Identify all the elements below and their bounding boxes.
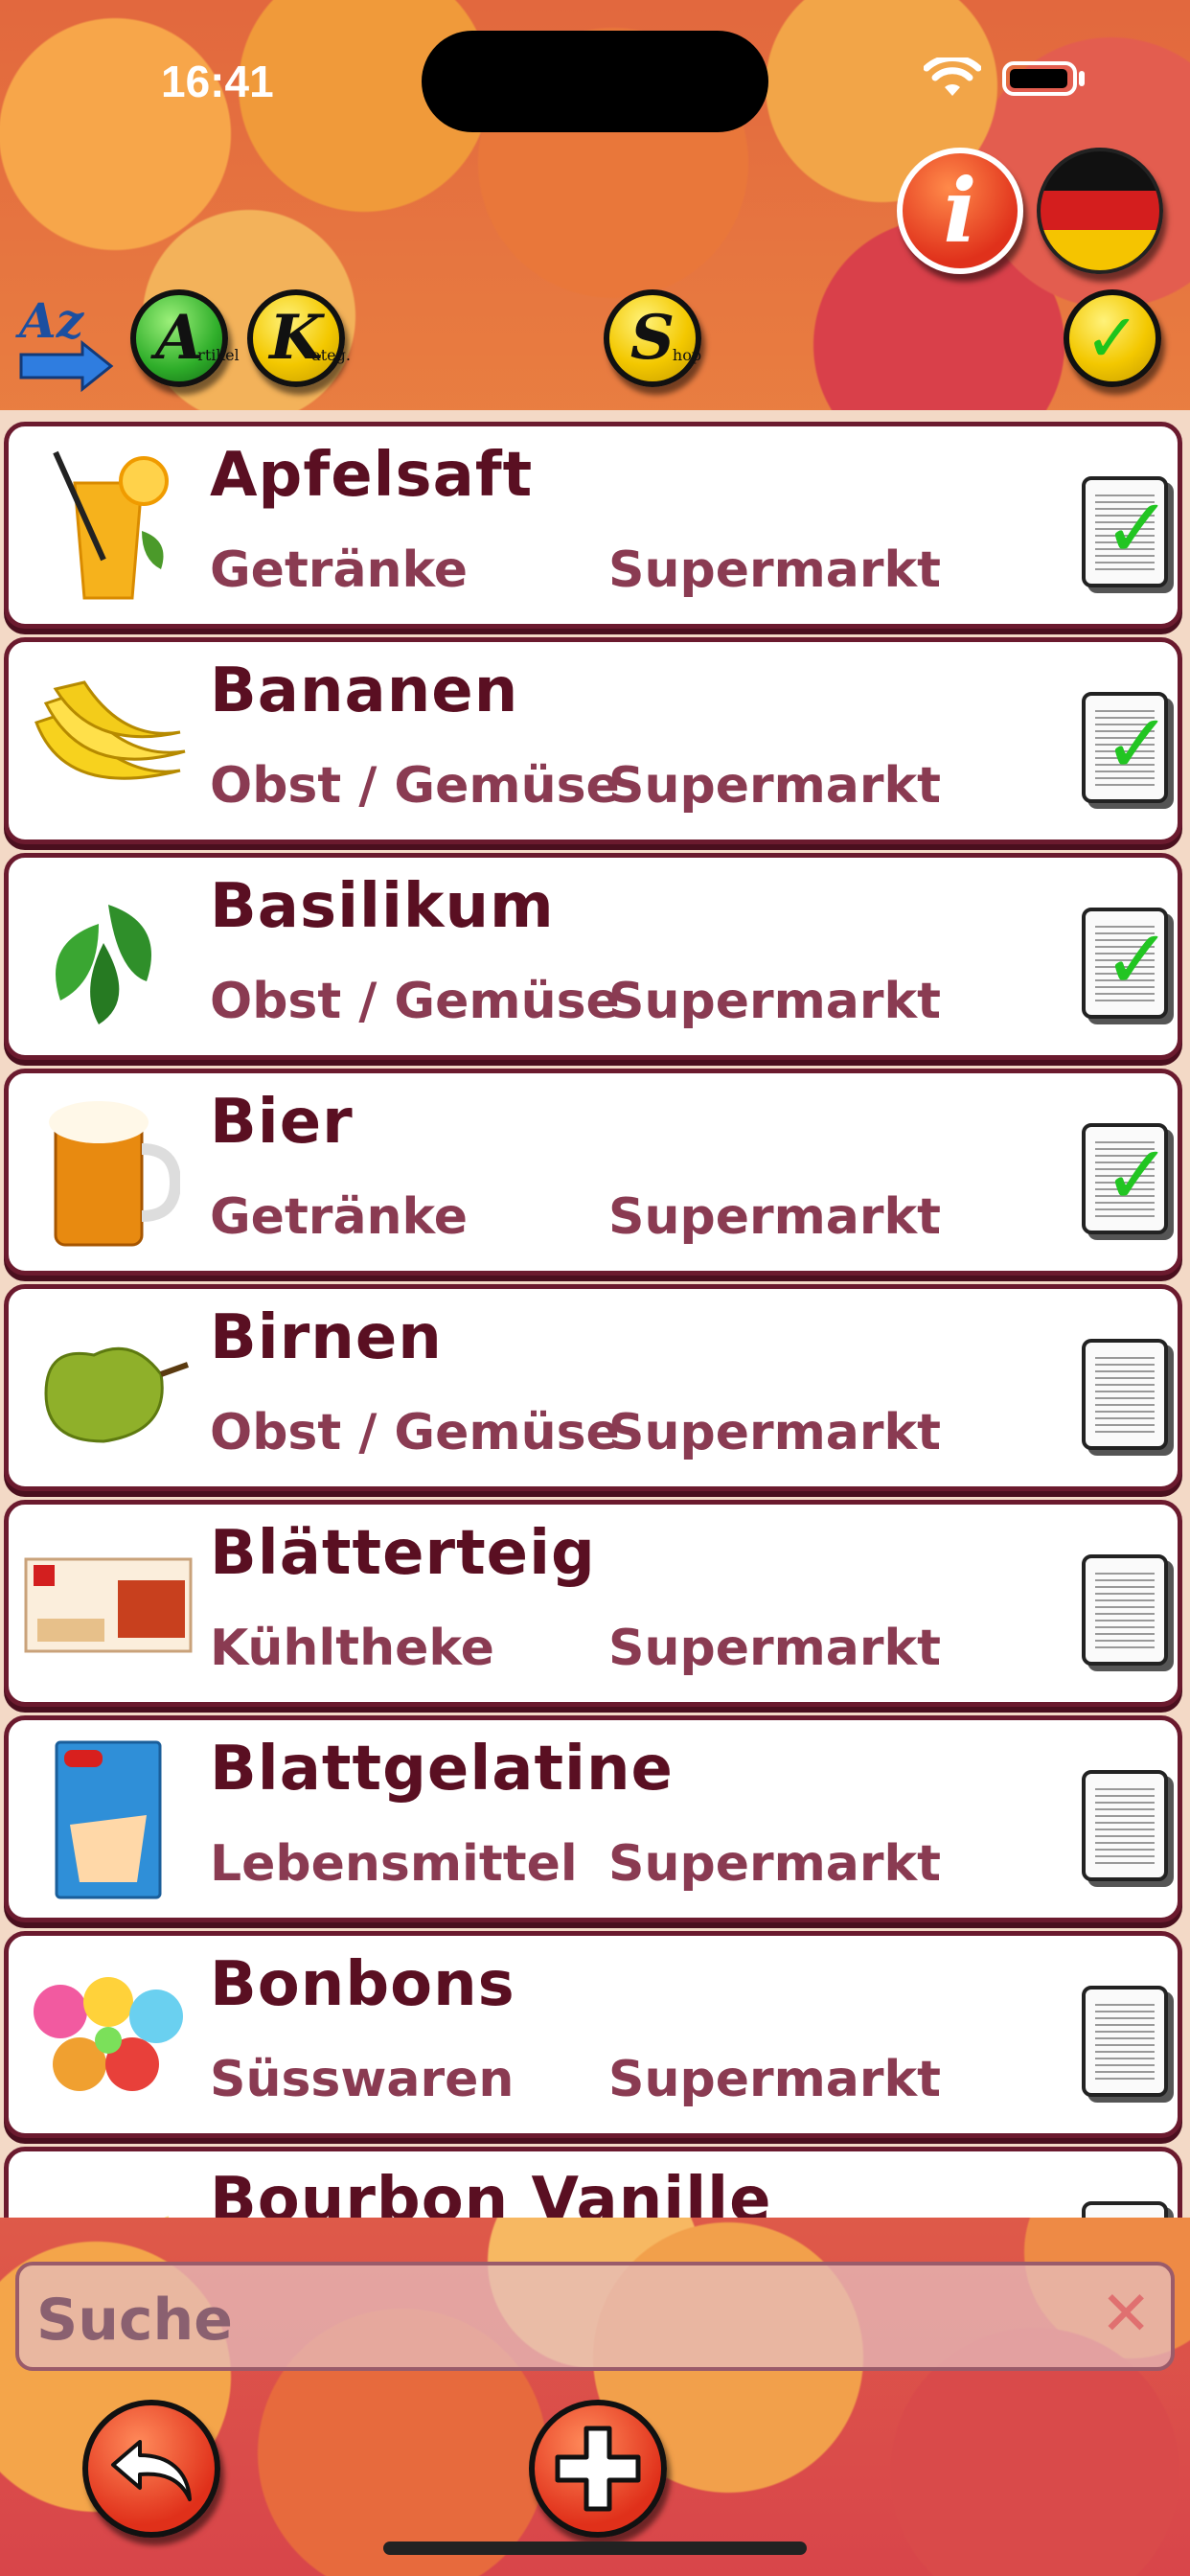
unchecked-checkbox-icon[interactable] (1082, 1554, 1168, 1666)
shop-letter: Shop (629, 302, 702, 374)
unchecked-checkbox-icon[interactable] (1082, 1986, 1168, 2097)
item-name: Apfelsaft (210, 440, 534, 511)
list-item[interactable]: Bananen Obst / Gemüse Supermarkt ✓ (4, 637, 1182, 844)
show-checked-button[interactable]: ✓ (1064, 289, 1161, 387)
kategorie-letter: Kateg. (269, 302, 351, 374)
item-shop: Supermarkt (608, 757, 941, 815)
pear-icon (22, 1306, 195, 1471)
item-category: Getränke (210, 541, 469, 599)
item-category: Kühltheke (210, 1620, 494, 1677)
plus-icon (555, 2426, 641, 2512)
item-name: Bonbons (210, 1949, 515, 2020)
add-item-button[interactable] (529, 2400, 667, 2538)
checkmark-icon: ✓ (1103, 1128, 1168, 1224)
back-button[interactable] (82, 2400, 220, 2538)
checkmark-icon: ✓ (1103, 481, 1168, 577)
item-name: Bier (210, 1087, 354, 1158)
item-name: Blattgelatine (210, 1734, 674, 1805)
info-icon: i (943, 159, 977, 263)
search-placeholder: Suche (36, 2287, 233, 2354)
item-shop: Supermarkt (608, 2051, 941, 2108)
gelatine-pack-icon (22, 1737, 195, 1902)
vanilla-icon (22, 2169, 195, 2218)
item-shop: Supermarkt (608, 541, 941, 599)
item-category: Getränke (210, 1188, 469, 1246)
checkmark-icon: ✓ (1084, 299, 1141, 378)
unchecked-checkbox-icon[interactable] (1082, 1770, 1168, 1881)
juice-glass-icon (22, 444, 195, 609)
checkmark-icon: ✓ (1103, 697, 1168, 793)
status-time: 16:41 (161, 57, 274, 106)
undo-arrow-icon (111, 2440, 192, 2501)
sort-az-icon[interactable]: Az (15, 288, 115, 393)
list-item[interactable]: Bonbons Süsswaren Supermarkt (4, 1931, 1182, 2138)
checkmark-icon: ✓ (1103, 912, 1168, 1008)
checked-checkbox-icon[interactable]: ✓ (1082, 476, 1168, 587)
banana-icon (22, 659, 195, 824)
item-category: Obst / Gemüse (210, 757, 620, 815)
list-item[interactable]: Apfelsaft Getränke Supermarkt ✓ (4, 422, 1182, 629)
list-item[interactable]: Bourbon Vanille (4, 2147, 1182, 2218)
beer-mug-icon (22, 1091, 195, 1255)
battery-icon (1002, 61, 1077, 96)
item-shop: Supermarkt (608, 1404, 941, 1461)
checked-checkbox-icon[interactable]: ✓ (1082, 692, 1168, 803)
item-shop: Supermarkt (608, 1188, 941, 1246)
wifi-icon (924, 58, 981, 96)
item-name: Bananen (210, 656, 519, 726)
unchecked-checkbox-icon[interactable] (1082, 1339, 1168, 1450)
search-field[interactable]: Suche ✕ (15, 2262, 1175, 2371)
shopping-list[interactable]: Apfelsaft Getränke Supermarkt ✓ Bananen Obst … (0, 410, 1190, 2218)
item-name: Birnen (210, 1302, 443, 1373)
item-name: Blätterteig (210, 1518, 596, 1589)
svg-text:Az: Az (15, 292, 85, 349)
candy-icon (22, 1953, 195, 2118)
battery-nub (1079, 71, 1085, 86)
item-shop: Supermarkt (608, 1620, 941, 1677)
item-name: Bourbon Vanille (210, 2165, 772, 2218)
sort-by-shop-button[interactable]: Shop (604, 289, 701, 387)
item-category: Süsswaren (210, 2051, 515, 2108)
item-category: Obst / Gemüse (210, 1404, 620, 1461)
checked-checkbox-icon[interactable]: ✓ (1082, 908, 1168, 1019)
list-item[interactable]: Birnen Obst / Gemüse Supermarkt (4, 1284, 1182, 1491)
list-item[interactable]: Bier Getränke Supermarkt ✓ (4, 1069, 1182, 1276)
dynamic-island (422, 31, 768, 132)
unchecked-checkbox-icon[interactable] (1082, 2201, 1168, 2218)
german-flag-language-button[interactable] (1037, 148, 1163, 274)
item-shop: Supermarkt (608, 973, 941, 1030)
list-item[interactable]: Blätterteig Kühltheke Supermarkt (4, 1500, 1182, 1707)
pastry-box-icon (22, 1522, 195, 1687)
sort-by-category-button[interactable]: Kateg. (247, 289, 351, 387)
item-shop: Supermarkt (608, 1835, 941, 1893)
list-item[interactable]: Basilikum Obst / Gemüse Supermarkt ✓ (4, 853, 1182, 1060)
checked-checkbox-icon[interactable]: ✓ (1082, 1123, 1168, 1234)
item-category: Obst / Gemüse (210, 973, 620, 1030)
item-name: Basilikum (210, 871, 555, 942)
home-indicator (383, 2542, 807, 2555)
clear-search-icon[interactable]: ✕ (1100, 2279, 1152, 2350)
basil-icon (22, 875, 195, 1040)
artikel-letter: Artikel (155, 302, 240, 374)
list-item[interactable]: Blattgelatine Lebensmittel Supermarkt (4, 1715, 1182, 1922)
sort-by-article-button[interactable]: Artikel (130, 289, 240, 387)
info-button[interactable]: i (897, 148, 1023, 274)
item-category: Lebensmittel (210, 1835, 578, 1893)
